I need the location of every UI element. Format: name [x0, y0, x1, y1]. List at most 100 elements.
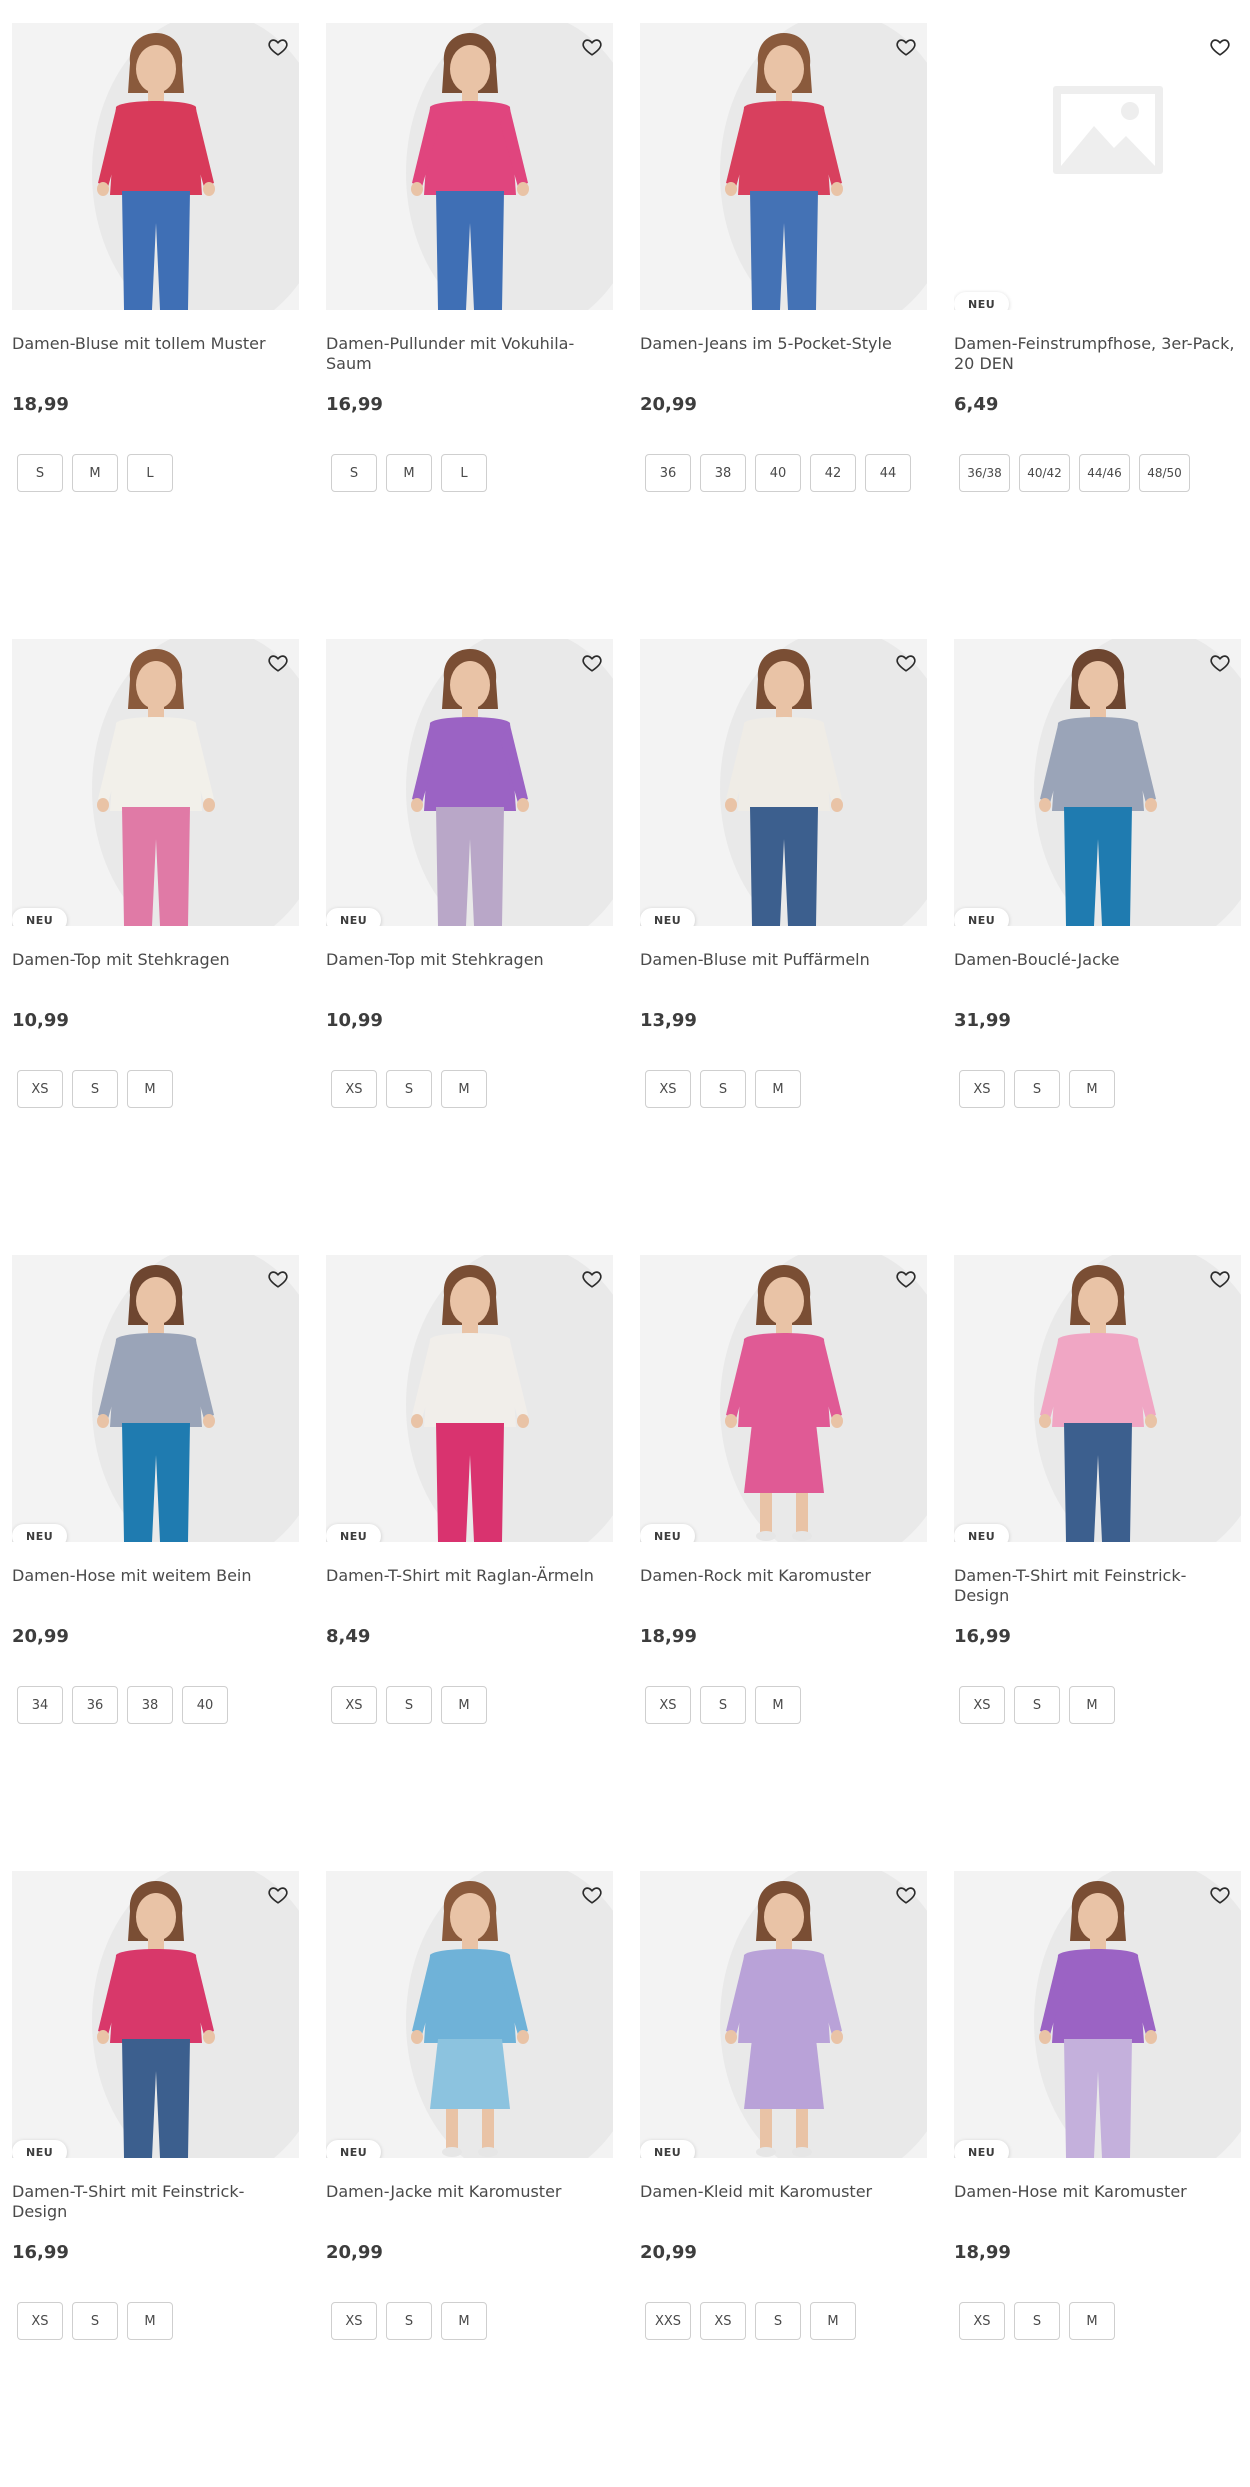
- size-button[interactable]: L: [441, 454, 487, 492]
- product-image[interactable]: NEU: [954, 1871, 1241, 2158]
- size-button[interactable]: M: [1069, 1070, 1115, 1108]
- product-image[interactable]: NEU: [640, 1871, 927, 2158]
- size-button[interactable]: XS: [645, 1070, 691, 1108]
- product-name[interactable]: Damen-Top mit Stehkragen: [12, 950, 299, 1004]
- size-button[interactable]: XS: [700, 2302, 746, 2340]
- wishlist-button[interactable]: [264, 1265, 292, 1293]
- product-name[interactable]: Damen-Jeans im 5-Pocket-Style: [640, 334, 927, 388]
- product-name[interactable]: Damen-Feinstrumpfhose, 3er-Pack, 20 DEN: [954, 334, 1241, 388]
- size-button[interactable]: XS: [959, 1070, 1005, 1108]
- product-image[interactable]: NEU: [954, 1255, 1241, 1542]
- size-button[interactable]: S: [1014, 1686, 1060, 1724]
- size-button[interactable]: 40: [755, 454, 801, 492]
- size-button[interactable]: L: [127, 454, 173, 492]
- product-card[interactable]: NEU Damen-T-Shirt mit Feinstrick-Design 16…: [12, 1871, 299, 2487]
- product-name[interactable]: Damen-Hose mit Karomuster: [954, 2182, 1241, 2236]
- size-button[interactable]: 36: [645, 454, 691, 492]
- product-card[interactable]: NEU Damen-T-Shirt mit Feinstrick-Design 16…: [954, 1255, 1241, 1871]
- size-button[interactable]: M: [441, 1070, 487, 1108]
- wishlist-button[interactable]: [578, 1265, 606, 1293]
- size-button[interactable]: 36: [72, 1686, 118, 1724]
- product-card[interactable]: NEU Damen-Feinstrumpfhose, 3er-Pack, 20 D…: [954, 23, 1241, 639]
- size-button[interactable]: M: [441, 2302, 487, 2340]
- size-button[interactable]: 44: [865, 454, 911, 492]
- size-button[interactable]: 38: [127, 1686, 173, 1724]
- product-name[interactable]: Damen-Hose mit weitem Bein: [12, 1566, 299, 1620]
- wishlist-button[interactable]: [1206, 33, 1234, 61]
- size-button[interactable]: M: [810, 2302, 856, 2340]
- product-name[interactable]: Damen-Bluse mit Puffärmeln: [640, 950, 927, 1004]
- wishlist-button[interactable]: [578, 649, 606, 677]
- wishlist-button[interactable]: [578, 33, 606, 61]
- product-image[interactable]: NEU: [954, 639, 1241, 926]
- product-image[interactable]: NEU: [326, 1255, 613, 1542]
- size-button[interactable]: M: [127, 2302, 173, 2340]
- product-name[interactable]: Damen-Rock mit Karomuster: [640, 1566, 927, 1620]
- size-button[interactable]: XS: [331, 2302, 377, 2340]
- product-name[interactable]: Damen-T-Shirt mit Raglan-Ärmeln: [326, 1566, 613, 1620]
- size-button[interactable]: M: [755, 1070, 801, 1108]
- wishlist-button[interactable]: [264, 33, 292, 61]
- product-card[interactable]: NEU Damen-Jacke mit Karomuster 20,99 XS S M: [326, 1871, 613, 2487]
- product-card[interactable]: NEU Damen-Rock mit Karomuster 18,99 XS S M: [640, 1255, 927, 1871]
- size-button[interactable]: 38: [700, 454, 746, 492]
- product-card[interactable]: NEU Damen-Kleid mit Karomuster 20,99 XXS XS S…: [640, 1871, 927, 2487]
- product-name[interactable]: Damen-Pullunder mit Vokuhila-Saum: [326, 334, 613, 388]
- wishlist-button[interactable]: [1206, 1265, 1234, 1293]
- size-button[interactable]: XS: [331, 1070, 377, 1108]
- size-button[interactable]: XS: [17, 2302, 63, 2340]
- size-button[interactable]: 42: [810, 454, 856, 492]
- size-button[interactable]: 40/42: [1019, 454, 1070, 492]
- wishlist-button[interactable]: [892, 649, 920, 677]
- product-name[interactable]: Damen-Bouclé-Jacke: [954, 950, 1241, 1004]
- product-card[interactable]: NEU Damen-Hose mit weitem Bein 20,99 34 36 38…: [12, 1255, 299, 1871]
- size-button[interactable]: XXS: [645, 2302, 691, 2340]
- product-image[interactable]: NEU: [326, 639, 613, 926]
- product-card[interactable]: Damen-Bluse mit tollem Muster 18,99 S M L: [12, 23, 299, 639]
- size-button[interactable]: S: [386, 2302, 432, 2340]
- size-button[interactable]: XS: [331, 1686, 377, 1724]
- product-image[interactable]: NEU: [326, 1871, 613, 2158]
- product-name[interactable]: Damen-Bluse mit tollem Muster: [12, 334, 299, 388]
- size-button[interactable]: M: [441, 1686, 487, 1724]
- product-name[interactable]: Damen-Kleid mit Karomuster: [640, 2182, 927, 2236]
- size-button[interactable]: S: [700, 1070, 746, 1108]
- size-button[interactable]: S: [1014, 2302, 1060, 2340]
- wishlist-button[interactable]: [1206, 1881, 1234, 1909]
- product-image[interactable]: [326, 23, 613, 310]
- size-button[interactable]: S: [700, 1686, 746, 1724]
- product-image[interactable]: [640, 23, 927, 310]
- size-button[interactable]: 34: [17, 1686, 63, 1724]
- size-button[interactable]: S: [1014, 1070, 1060, 1108]
- product-image[interactable]: NEU: [12, 1255, 299, 1542]
- size-button[interactable]: S: [72, 1070, 118, 1108]
- wishlist-button[interactable]: [578, 1881, 606, 1909]
- product-card[interactable]: NEU Damen-T-Shirt mit Raglan-Ärmeln 8,49 XS…: [326, 1255, 613, 1871]
- product-image[interactable]: NEU: [640, 1255, 927, 1542]
- size-button[interactable]: XS: [959, 2302, 1005, 2340]
- size-button[interactable]: 40: [182, 1686, 228, 1724]
- product-card[interactable]: NEU Damen-Bluse mit Puffärmeln 13,99 XS S M: [640, 639, 927, 1255]
- size-button[interactable]: 48/50: [1139, 454, 1190, 492]
- wishlist-button[interactable]: [264, 649, 292, 677]
- size-button[interactable]: S: [331, 454, 377, 492]
- size-button[interactable]: XS: [645, 1686, 691, 1724]
- product-name[interactable]: Damen-T-Shirt mit Feinstrick-Design: [12, 2182, 299, 2236]
- product-name[interactable]: Damen-Jacke mit Karomuster: [326, 2182, 613, 2236]
- product-card[interactable]: Damen-Jeans im 5-Pocket-Style 20,99 36 38 40…: [640, 23, 927, 639]
- size-button[interactable]: M: [72, 454, 118, 492]
- size-button[interactable]: S: [72, 2302, 118, 2340]
- size-button[interactable]: M: [127, 1070, 173, 1108]
- size-button[interactable]: S: [17, 454, 63, 492]
- size-button[interactable]: M: [386, 454, 432, 492]
- product-card[interactable]: Damen-Pullunder mit Vokuhila-Saum 16,99 S M…: [326, 23, 613, 639]
- product-card[interactable]: NEU Damen-Top mit Stehkragen 10,99 XS S M: [326, 639, 613, 1255]
- product-card[interactable]: NEU Damen-Bouclé-Jacke 31,99 XS S M: [954, 639, 1241, 1255]
- size-button[interactable]: XS: [17, 1070, 63, 1108]
- product-image[interactable]: NEU: [954, 23, 1241, 310]
- product-card[interactable]: NEU Damen-Hose mit Karomuster 18,99 XS S M: [954, 1871, 1241, 2487]
- product-name[interactable]: Damen-T-Shirt mit Feinstrick-Design: [954, 1566, 1241, 1620]
- product-name[interactable]: Damen-Top mit Stehkragen: [326, 950, 613, 1004]
- size-button[interactable]: M: [1069, 2302, 1115, 2340]
- product-image[interactable]: NEU: [12, 639, 299, 926]
